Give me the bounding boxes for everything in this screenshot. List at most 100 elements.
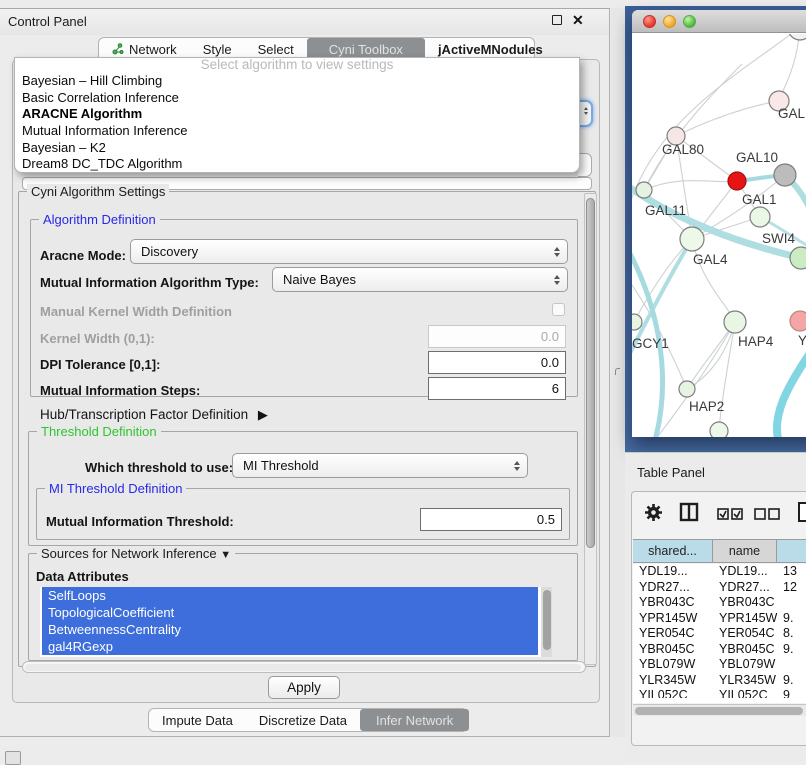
settings-horizontal-scrollbar[interactable] xyxy=(22,661,586,673)
table-row[interactable]: YDL19... YDL19... 13 xyxy=(633,564,806,580)
dropdown-item[interactable]: Bayesian – Hill Climbing xyxy=(15,73,579,90)
scrollbar-thumb[interactable] xyxy=(25,664,581,671)
float-icon[interactable] xyxy=(552,15,562,25)
kernel-width-field[interactable]: 0.0 xyxy=(428,325,566,348)
node-gal1[interactable] xyxy=(750,207,770,227)
scrollbar-thumb[interactable] xyxy=(586,198,595,548)
dropdown-prompt: Select algorithm to view settings xyxy=(15,58,579,73)
data-attributes-list[interactable]: SelfLoops TopologicalCoefficient Between… xyxy=(40,587,552,657)
window-titlebar[interactable] xyxy=(632,10,806,33)
split-divider[interactable] xyxy=(611,8,625,737)
table-row[interactable]: YLR345W YLR345W 9. xyxy=(633,673,806,689)
close-window-icon[interactable] xyxy=(643,15,656,28)
tab-label: Network xyxy=(129,42,177,57)
node-gcy1[interactable] xyxy=(632,314,642,330)
table-body[interactable]: YDL19... YDL19... 13 YDR27... YDR27... 1… xyxy=(633,564,806,703)
combo-arrows-icon xyxy=(554,275,560,285)
cell-shared-name: YIL052C xyxy=(633,688,713,698)
new-table-icon[interactable] xyxy=(797,501,806,528)
column-header-partial[interactable] xyxy=(777,540,806,562)
columns-icon[interactable] xyxy=(679,502,699,527)
table-row[interactable]: YDR27... YDR27... 12 xyxy=(633,580,806,596)
node-label: HAP2 xyxy=(689,399,724,414)
dpi-tolerance-label: DPI Tolerance [0,1]: xyxy=(40,357,160,372)
network-canvas[interactable]: GAL80 GAL10 GAL1 GAL11 GAL4 SWI4 GAL GCY… xyxy=(632,34,806,437)
dropdown-item[interactable]: Mutual Information Inference xyxy=(15,123,579,140)
node-hap4[interactable] xyxy=(724,311,746,333)
close-icon[interactable]: ✕ xyxy=(572,12,584,29)
network-graph: GAL80 GAL10 GAL1 GAL11 GAL4 SWI4 GAL GCY… xyxy=(632,34,806,437)
cell-value xyxy=(777,595,806,611)
cell-name: YIL052C xyxy=(713,688,777,698)
tab-impute-data[interactable]: Impute Data xyxy=(149,709,246,731)
field-value: 0.0 xyxy=(541,329,559,344)
list-item-label: BetweennessCentrality xyxy=(48,622,181,637)
table-row[interactable]: YPR145W YPR145W 9. xyxy=(633,611,806,627)
select-all-checkboxes-icon[interactable] xyxy=(717,507,743,525)
list-item[interactable]: BetweennessCentrality xyxy=(42,621,538,638)
table-row[interactable]: YIL052C YIL052C 9 xyxy=(633,688,806,698)
collapsed-panel-icon[interactable] xyxy=(5,751,21,765)
table-horizontal-scrollbar[interactable] xyxy=(633,704,806,716)
tab-discretize-data[interactable]: Discretize Data xyxy=(246,709,360,731)
tab-infer-network[interactable]: Infer Network xyxy=(360,709,469,731)
mi-threshold-field[interactable]: 0.5 xyxy=(420,508,562,531)
apply-button-label: Apply xyxy=(287,680,321,695)
node-selected-red[interactable] xyxy=(728,172,746,190)
mi-type-combo[interactable]: Naive Bayes xyxy=(272,267,568,292)
node-label: Y xyxy=(798,333,806,348)
combo-arrows-icon xyxy=(554,247,560,257)
node-hap2[interactable] xyxy=(679,381,695,397)
node-gal4[interactable] xyxy=(680,227,704,251)
cell-value: 9. xyxy=(777,642,806,658)
column-header-label: name xyxy=(729,544,760,558)
dpi-tolerance-field[interactable]: 0.0 xyxy=(428,351,566,374)
aracne-mode-label: Aracne Mode: xyxy=(40,248,126,263)
dropdown-item[interactable]: Bayesian – K2 xyxy=(15,140,579,157)
node-pink-right[interactable] xyxy=(790,311,806,331)
column-header-name[interactable]: name xyxy=(713,540,777,562)
list-item[interactable]: gal4RGexp xyxy=(42,638,538,655)
node-gal11[interactable] xyxy=(636,182,652,198)
node-label: GCY1 xyxy=(632,336,669,351)
table-row[interactable]: YBL079W YBL079W xyxy=(633,657,806,673)
mi-steps-field[interactable]: 6 xyxy=(428,377,566,400)
sources-group-title[interactable]: Sources for Network Inference ▼ xyxy=(37,546,235,561)
list-item[interactable]: SelfLoops xyxy=(42,587,538,604)
minimize-window-icon[interactable] xyxy=(663,15,676,28)
cell-shared-name: YER054C xyxy=(633,626,713,642)
node-swi4[interactable] xyxy=(790,247,806,269)
node-gal10-gray[interactable] xyxy=(774,164,796,186)
node-partial-top[interactable] xyxy=(788,34,806,40)
settings-vertical-scrollbar[interactable] xyxy=(584,193,597,665)
table-row[interactable]: YER054C YER054C 8. xyxy=(633,626,806,642)
tab-label: Cyni Toolbox xyxy=(329,42,403,57)
table-row[interactable]: YBR045C YBR045C 9. xyxy=(633,642,806,658)
control-panel-titlebar: Control Panel ✕ xyxy=(0,9,609,35)
which-threshold-combo[interactable]: MI Threshold xyxy=(232,453,528,478)
table-row[interactable]: YBR043C YBR043C xyxy=(633,595,806,611)
aracne-mode-combo[interactable]: Discovery xyxy=(130,239,568,264)
cell-value: 9. xyxy=(777,673,806,689)
manual-kernel-checkbox[interactable] xyxy=(552,303,565,316)
gear-icon[interactable] xyxy=(644,503,663,527)
list-item[interactable]: TopologicalCoefficient xyxy=(42,604,538,621)
tab-label: Infer Network xyxy=(376,713,453,728)
list-vertical-scrollbar[interactable] xyxy=(541,587,552,657)
network-view-window[interactable]: GAL80 GAL10 GAL1 GAL11 GAL4 SWI4 GAL GCY… xyxy=(632,10,806,437)
field-value: 6 xyxy=(552,381,559,396)
apply-button[interactable]: Apply xyxy=(268,676,340,699)
dropdown-item-selected[interactable]: ARACNE Algorithm xyxy=(15,106,579,123)
dropdown-item[interactable]: Basic Correlation Inference xyxy=(15,90,579,107)
scrollbar-thumb[interactable] xyxy=(635,707,803,715)
panel-title: Control Panel xyxy=(8,14,87,29)
deselect-all-checkboxes-icon[interactable] xyxy=(754,507,780,525)
node-partial-bottom[interactable] xyxy=(710,422,728,437)
scrollbar-thumb[interactable] xyxy=(543,590,551,650)
table-panel: Table Panel xyxy=(625,452,806,762)
dropdown-item[interactable]: Dream8 DC_TDC Algorithm xyxy=(15,156,579,173)
algorithm-combo-fragment[interactable] xyxy=(579,100,593,127)
zoom-window-icon[interactable] xyxy=(683,15,696,28)
column-header-shared-name[interactable]: shared... xyxy=(633,540,713,562)
hub-definition-toggle[interactable]: Hub/Transcription Factor Definition ▶ xyxy=(40,407,268,423)
